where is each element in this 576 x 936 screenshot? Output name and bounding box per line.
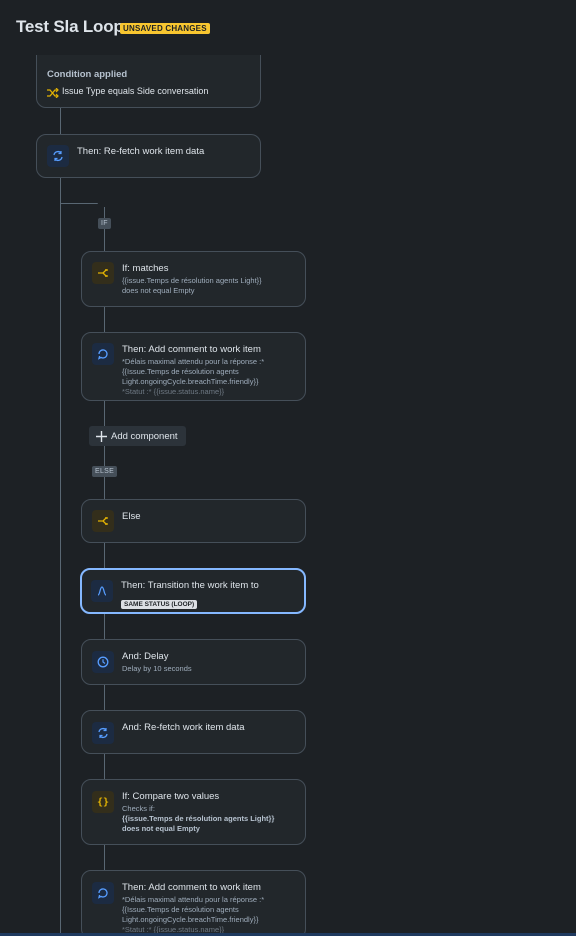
add-comment2-line1: *Délais maximal attendu pour la réponse …	[122, 895, 265, 904]
compare-title: If: Compare two values	[122, 791, 220, 802]
else-card[interactable]: Else	[81, 499, 306, 543]
refetch-card[interactable]: Then: Re-fetch work item data	[36, 134, 261, 178]
condition-text: Issue Type equals Side conversation	[62, 86, 209, 96]
refetch2-title: And: Re-fetch work item data	[122, 722, 245, 733]
add-component-label: Add component	[111, 430, 178, 442]
compare-line3: does not equal Empty	[122, 824, 200, 833]
add-comment2-line3: Light.ongoingCycle.breachTime.friendly}}	[122, 915, 259, 924]
if-matches-card[interactable]: If: matches {{issue.Temps de résolution …	[81, 251, 306, 307]
if-tag: IF	[98, 218, 111, 229]
else-tag: ELSE	[92, 466, 118, 477]
if-matches-title: If: matches	[122, 263, 169, 274]
main-connector	[60, 55, 61, 936]
unsaved-changes-badge: UNSAVED CHANGES	[120, 23, 210, 34]
status-wrapper: SAME STATUS (LOOP)	[121, 593, 198, 611]
branch-icon	[92, 262, 114, 284]
delay-line1: Delay by 10 seconds	[122, 664, 192, 673]
rule-title[interactable]: Test Sla Loop	[16, 17, 124, 37]
delay-card[interactable]: And: Delay Delay by 10 seconds	[81, 639, 306, 685]
refetch-title: Then: Re-fetch work item data	[77, 146, 205, 157]
refresh-icon	[47, 145, 69, 167]
transition-card[interactable]: Then: Transition the work item to SAME S…	[80, 568, 306, 614]
add-comment-card[interactable]: Then: Add comment to work item *Délais m…	[81, 332, 306, 401]
add-comment-line4: *Statut :* {{issue.status.name}}	[122, 387, 225, 396]
header: Test Sla Loop UNSAVED CHANGES	[0, 0, 576, 55]
compare-line2: {{issue.Temps de résolution agents Light…	[122, 814, 275, 823]
add-comment2-line2: {{Issue.Temps de résolution agents	[122, 905, 239, 914]
if-matches-line1: {{issue.Temps de résolution agents Light…	[122, 276, 262, 285]
add-comment-line1: *Délais maximal attendu pour la réponse …	[122, 357, 265, 366]
add-comment-title: Then: Add comment to work item	[122, 344, 261, 355]
refetch-card[interactable]: And: Re-fetch work item data	[81, 710, 306, 754]
compare-line1: Checks if:	[122, 804, 155, 813]
else-title: Else	[122, 511, 141, 522]
add-comment2-title: Then: Add comment to work item	[122, 882, 261, 893]
plus-icon	[96, 430, 107, 442]
refresh-icon	[92, 722, 114, 744]
comment-icon	[92, 882, 114, 904]
rule-canvas: Condition applied Issue Type equals Side…	[0, 55, 576, 936]
add-comment-line3: Light.ongoingCycle.breachTime.friendly}}	[122, 377, 259, 386]
compare-card[interactable]: {} If: Compare two values Checks if: {{i…	[81, 779, 306, 845]
add-component-button[interactable]: Add component	[89, 426, 186, 446]
transition-icon	[91, 580, 113, 602]
condition-card[interactable]: Condition applied Issue Type equals Side…	[36, 55, 261, 108]
branch-connector-top	[60, 203, 98, 204]
delay-title: And: Delay	[122, 651, 169, 662]
branch-icon	[92, 510, 114, 532]
condition-title: Condition applied	[47, 69, 128, 80]
add-comment-line2: {{Issue.Temps de résolution agents	[122, 367, 239, 376]
comment-icon	[92, 343, 114, 365]
status-lozenge: SAME STATUS (LOOP)	[121, 600, 198, 609]
add-comment-card[interactable]: Then: Add comment to work item *Délais m…	[81, 870, 306, 936]
if-matches-line2: does not equal Empty	[122, 286, 195, 295]
braces-icon: {}	[92, 791, 114, 813]
shuffle-icon	[47, 85, 59, 103]
transition-title: Then: Transition the work item to	[121, 580, 259, 591]
clock-icon	[92, 651, 114, 673]
